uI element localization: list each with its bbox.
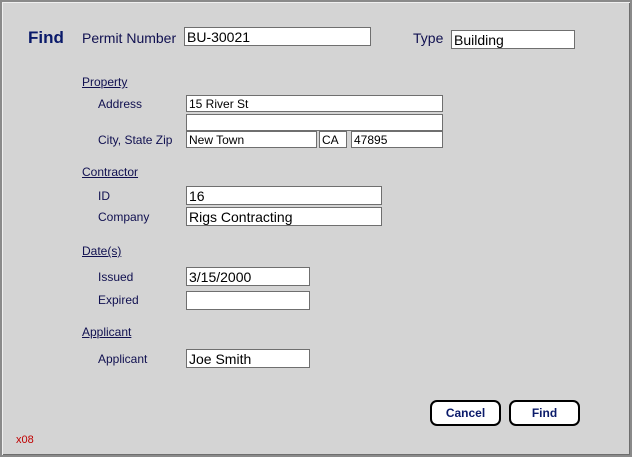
contractor-section-heading: Contractor: [82, 165, 139, 179]
city-state-zip-label: City, State Zip: [98, 133, 173, 147]
find-button[interactable]: Find: [509, 400, 580, 426]
expired-date-field[interactable]: [186, 291, 310, 310]
city-field[interactable]: [186, 131, 317, 148]
address-line1-field[interactable]: [186, 95, 443, 112]
form-code-label: x08: [16, 434, 34, 446]
type-field[interactable]: [451, 30, 575, 49]
address-label: Address: [98, 97, 143, 111]
permit-number-label: Permit Number: [82, 30, 177, 46]
permit-number-field[interactable]: [184, 27, 371, 46]
find-dialog: Find Permit Number Type Property Address…: [0, 0, 632, 457]
cancel-button[interactable]: Cancel: [430, 400, 501, 426]
applicant-section-heading: Applicant: [82, 325, 132, 339]
type-label: Type: [413, 30, 444, 46]
company-field[interactable]: [186, 207, 382, 226]
company-label: Company: [98, 210, 150, 224]
dates-section-heading: Date(s): [82, 244, 122, 258]
contractor-id-label: ID: [98, 189, 110, 203]
zip-field[interactable]: [351, 131, 443, 148]
applicant-label: Applicant: [98, 352, 148, 366]
issued-label: Issued: [98, 270, 134, 284]
property-section-heading: Property: [82, 75, 128, 89]
applicant-field[interactable]: [186, 349, 310, 368]
address-line2-field[interactable]: [186, 114, 443, 131]
issued-date-field[interactable]: [186, 267, 310, 286]
state-field[interactable]: [319, 131, 347, 148]
dialog-title: Find: [28, 28, 64, 47]
contractor-id-field[interactable]: [186, 186, 382, 205]
expired-label: Expired: [98, 293, 139, 307]
